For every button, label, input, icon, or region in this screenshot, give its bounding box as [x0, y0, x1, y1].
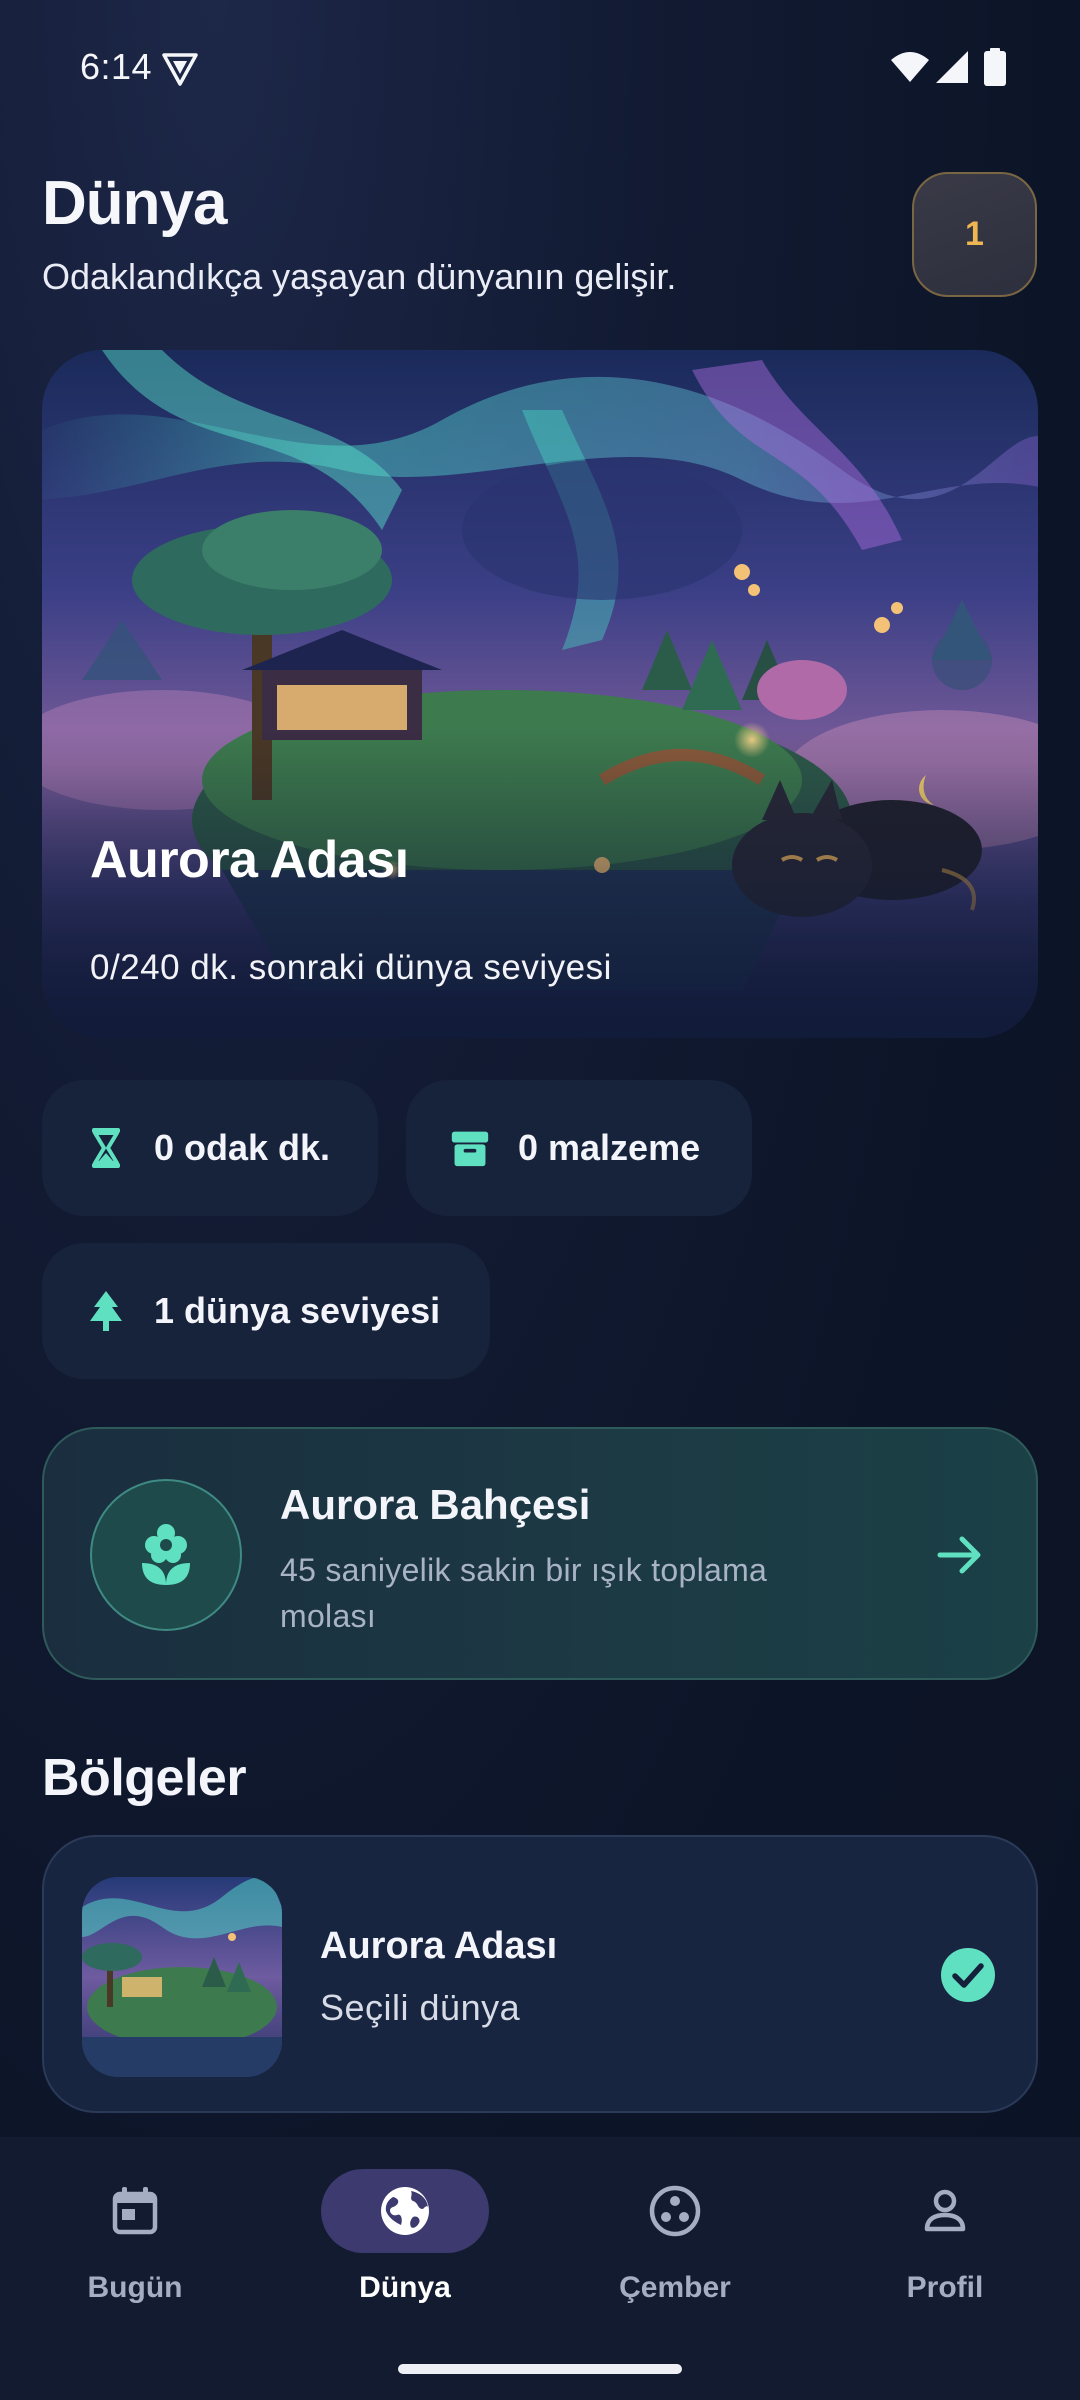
nav-item-cember[interactable]: Çember	[540, 2137, 810, 2337]
focus-minutes-chip: 0 odak dk.	[42, 1080, 378, 1216]
region-name: Aurora Adası	[320, 1925, 558, 1967]
focus-minutes-label: 0 odak dk.	[154, 1127, 331, 1168]
level-badge[interactable]: 1	[912, 172, 1037, 297]
hero-progress-text: 0/240 dk. sonraki dünya seviyesi	[90, 948, 612, 987]
arrow-right-icon[interactable]	[934, 1529, 986, 1581]
nav-icon-container	[861, 2169, 1029, 2253]
nav-label: Dünya	[359, 2271, 451, 2304]
signal-icon	[936, 51, 968, 83]
world-hero-card[interactable]: Aurora Adası 0/240 dk. sonraki dünya sev…	[42, 350, 1038, 1038]
circle-group-icon	[649, 2185, 701, 2237]
home-indicator[interactable]	[398, 2364, 682, 2374]
regions-section-title: Bölgeler	[42, 1749, 247, 1807]
nav-icon-container	[51, 2169, 219, 2253]
region-thumbnail	[82, 1877, 282, 2077]
tree-icon	[90, 1291, 122, 1331]
hourglass-icon	[92, 1128, 120, 1168]
region-status: Seçili dünya	[320, 1987, 521, 2028]
materials-label: 0 malzeme	[518, 1127, 701, 1168]
battery-icon	[984, 48, 1006, 86]
calendar-icon	[112, 2187, 158, 2235]
world-level-chip: 1 dünya seviyesi	[42, 1243, 490, 1379]
status-bar: 6:14	[0, 0, 1080, 130]
nav-label: Çember	[619, 2271, 731, 2304]
globe-icon	[381, 2187, 429, 2235]
aurora-garden-card[interactable]: Aurora Bahçesi 45 saniyelik sakin bir ış…	[42, 1427, 1038, 1680]
flower-icon	[142, 1524, 190, 1585]
nav-item-profil[interactable]: Profil	[810, 2137, 1080, 2337]
wifi-icon	[891, 52, 929, 82]
person-icon	[924, 2189, 966, 2232]
nav-item-bugun[interactable]: Bugün	[0, 2137, 270, 2337]
garden-description: 45 saniyelik sakin bir ışık toplama mola…	[280, 1552, 768, 1634]
status-time: 6:14	[80, 46, 153, 87]
garden-icon-container	[90, 1479, 242, 1631]
page-title: Dünya	[42, 169, 227, 238]
vpn-shield-icon	[162, 53, 198, 86]
archive-box-icon	[451, 1131, 489, 1167]
garden-title: Aurora Bahçesi	[280, 1481, 591, 1528]
materials-chip: 0 malzeme	[406, 1080, 752, 1216]
nav-item-dunya[interactable]: Dünya	[270, 2137, 540, 2337]
region-item-aurora[interactable]: Aurora Adası Seçili dünya	[42, 1835, 1038, 2113]
nav-icon-container	[591, 2169, 759, 2253]
nav-label: Bugün	[87, 2271, 183, 2304]
bottom-navigation: Bugün Dünya Çember Profil	[0, 2137, 1080, 2400]
check-circle-icon	[941, 1948, 995, 2002]
world-level-label: 1 dünya seviyesi	[154, 1290, 441, 1331]
nav-label: Profil	[906, 2271, 984, 2304]
nav-icon-container	[321, 2169, 489, 2253]
hero-world-name: Aurora Adası	[90, 831, 409, 889]
world-illustration	[42, 350, 1038, 1038]
page-subtitle: Odaklandıkça yaşayan dünyanın gelişir.	[42, 256, 677, 297]
